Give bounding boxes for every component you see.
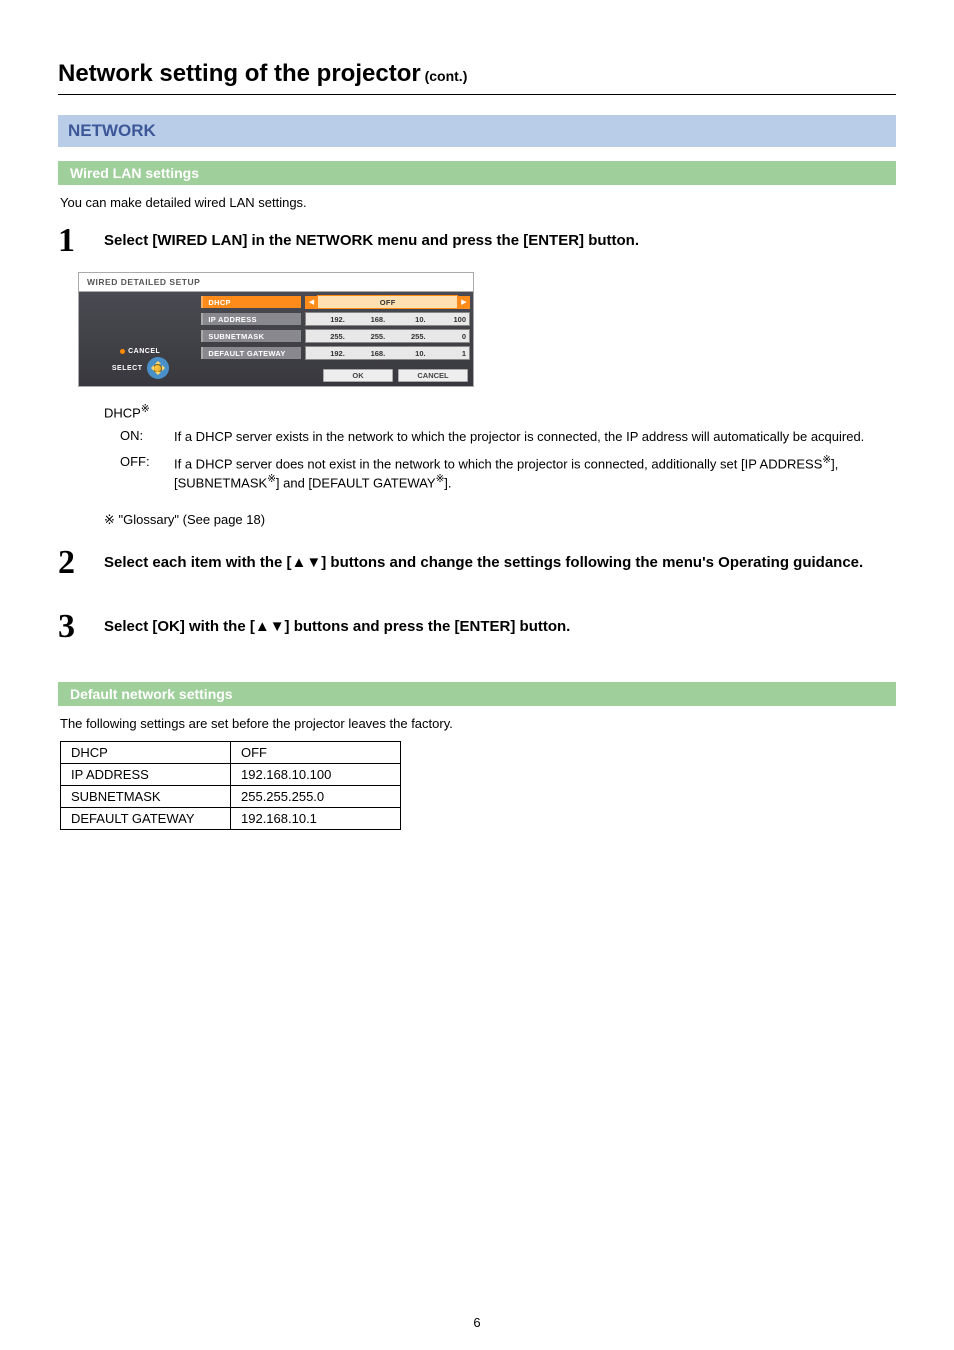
gateway-field: 192. 168. 10. 1 <box>305 346 470 360</box>
table-row: IP ADDRESS 192.168.10.100 <box>61 763 401 785</box>
subsection-wired-lan: Wired LAN settings <box>58 161 896 185</box>
menu-row-dhcp: DHCP ◀ OFF ▶ <box>201 295 470 309</box>
step-1-text: Select [WIRED LAN] in the NETWORK menu a… <box>104 224 896 249</box>
ip-seg: 100 <box>429 313 468 325</box>
section-network: NETWORK <box>58 115 896 147</box>
table-row: DHCP OFF <box>61 741 401 763</box>
step-3-text: Select [OK] with the [▲▼] buttons and pr… <box>104 610 896 635</box>
projector-menu-screenshot: WIRED DETAILED SETUP CANCEL SELECT <box>78 272 474 387</box>
default-settings-table: DHCP OFF IP ADDRESS 192.168.10.100 SUBNE… <box>60 741 401 830</box>
glossary-note: ※ "Glossary" (See page 18) <box>104 512 896 528</box>
step-1: 1 Select [WIRED LAN] in the NETWORK menu… <box>58 224 896 258</box>
dhcp-on-text: If a DHCP server exists in the network t… <box>174 428 896 446</box>
ip-field: 192. 168. 10. 100 <box>305 312 470 326</box>
note-mark: ※ <box>141 404 150 415</box>
cell-val: 255.255.255.0 <box>231 785 401 807</box>
cell-key: DEFAULT GATEWAY <box>61 807 231 829</box>
proj-menu-body: CANCEL SELECT DHCP ◀ OFF ▶ <box>79 292 473 386</box>
proj-left-panel: CANCEL SELECT <box>82 295 198 383</box>
menu-value-ip: 192. 168. 10. 100 <box>305 312 470 326</box>
step-3-number: 3 <box>58 610 104 644</box>
nav-up-icon <box>155 358 161 364</box>
cell-key: SUBNETMASK <box>61 785 231 807</box>
proj-cancel-text: CANCEL <box>128 348 160 355</box>
dhcp-title: DHCP※ <box>104 403 896 420</box>
dhcp-explanation: DHCP※ ON: If a DHCP server exists in the… <box>104 403 896 492</box>
arrow-right-icon: ▶ <box>458 296 470 309</box>
ip-seg: 10. <box>388 313 427 325</box>
step-3: 3 Select [OK] with the [▲▼] buttons and … <box>58 610 896 644</box>
note-mark: ※ <box>104 512 115 527</box>
menu-value-subnet: 255. 255. 255. 0 <box>305 329 470 343</box>
subsection-default-settings: Default network settings <box>58 682 896 706</box>
dhcp-label: DHCP <box>104 405 141 420</box>
dhcp-off-text: If a DHCP server does not exist in the n… <box>174 454 896 492</box>
menu-row-ip: IP ADDRESS 192. 168. 10. 100 <box>201 312 470 326</box>
dhcp-off-key: OFF: <box>120 454 174 469</box>
proj-select-text: SELECT <box>112 365 143 372</box>
ip-seg: 10. <box>388 347 427 359</box>
title-text: Network setting of the projector <box>58 60 421 87</box>
menu-value-dhcp: ◀ OFF ▶ <box>305 295 470 309</box>
ip-seg: 255. <box>307 330 346 342</box>
table-row: DEFAULT GATEWAY 192.168.10.1 <box>61 807 401 829</box>
arrow-left-icon: ◀ <box>305 296 317 309</box>
proj-menu-title: WIRED DETAILED SETUP <box>79 273 473 292</box>
nav-right-icon <box>162 365 168 371</box>
menu-label-subnet: SUBNETMASK <box>201 330 301 342</box>
title-cont: (cont.) <box>421 68 468 84</box>
page-title: Network setting of the projector (cont.) <box>58 60 896 95</box>
ip-seg: 1 <box>429 347 468 359</box>
menu-label-gateway: DEFAULT GATEWAY <box>201 347 301 359</box>
subnet-field: 255. 255. 255. 0 <box>305 329 470 343</box>
menu-value-gateway: 192. 168. 10. 1 <box>305 346 470 360</box>
ip-seg: 0 <box>429 330 468 342</box>
nav-dpad-icon <box>147 357 169 379</box>
nav-left-icon <box>148 365 154 371</box>
proj-cancel-label: CANCEL <box>120 348 160 355</box>
menu-label-ip: IP ADDRESS <box>201 313 301 325</box>
menu-label-dhcp: DHCP <box>201 296 301 308</box>
cell-val: OFF <box>231 741 401 763</box>
cancel-dot-icon <box>120 349 125 354</box>
dhcp-on-row: ON: If a DHCP server exists in the netwo… <box>104 428 896 446</box>
dhcp-off-row: OFF: If a DHCP server does not exist in … <box>104 454 896 492</box>
wired-intro: You can make detailed wired LAN settings… <box>60 195 896 210</box>
step-2-text: Select each item with the [▲▼] buttons a… <box>104 546 896 571</box>
nav-down-icon <box>155 372 161 378</box>
ip-seg: 255. <box>348 330 387 342</box>
proj-select-row: SELECT <box>112 357 169 379</box>
ip-seg: 192. <box>307 313 346 325</box>
dhcp-on-key: ON: <box>120 428 174 443</box>
step-1-number: 1 <box>58 224 104 258</box>
glossary-text: "Glossary" (See page 18) <box>119 512 266 527</box>
dhcp-value: OFF <box>317 295 458 309</box>
ip-seg: 255. <box>388 330 427 342</box>
ip-seg: 168. <box>348 347 387 359</box>
proj-bottom-buttons: OK CANCEL <box>201 363 470 383</box>
menu-row-gateway: DEFAULT GATEWAY 192. 168. 10. 1 <box>201 346 470 360</box>
ip-seg: 168. <box>348 313 387 325</box>
proj-cancel-button: CANCEL <box>398 369 468 382</box>
page-number: 6 <box>0 1315 954 1330</box>
step-2: 2 Select each item with the [▲▼] buttons… <box>58 546 896 580</box>
proj-right-panel: DHCP ◀ OFF ▶ IP ADDRESS 192. 168. 10. 10… <box>201 295 470 383</box>
ip-seg: 192. <box>307 347 346 359</box>
cell-val: 192.168.10.1 <box>231 807 401 829</box>
cell-key: IP ADDRESS <box>61 763 231 785</box>
menu-row-subnet: SUBNETMASK 255. 255. 255. 0 <box>201 329 470 343</box>
default-intro: The following settings are set before th… <box>60 716 896 731</box>
cell-key: DHCP <box>61 741 231 763</box>
proj-ok-button: OK <box>323 369 393 382</box>
step-2-number: 2 <box>58 546 104 580</box>
table-row: SUBNETMASK 255.255.255.0 <box>61 785 401 807</box>
cell-val: 192.168.10.100 <box>231 763 401 785</box>
